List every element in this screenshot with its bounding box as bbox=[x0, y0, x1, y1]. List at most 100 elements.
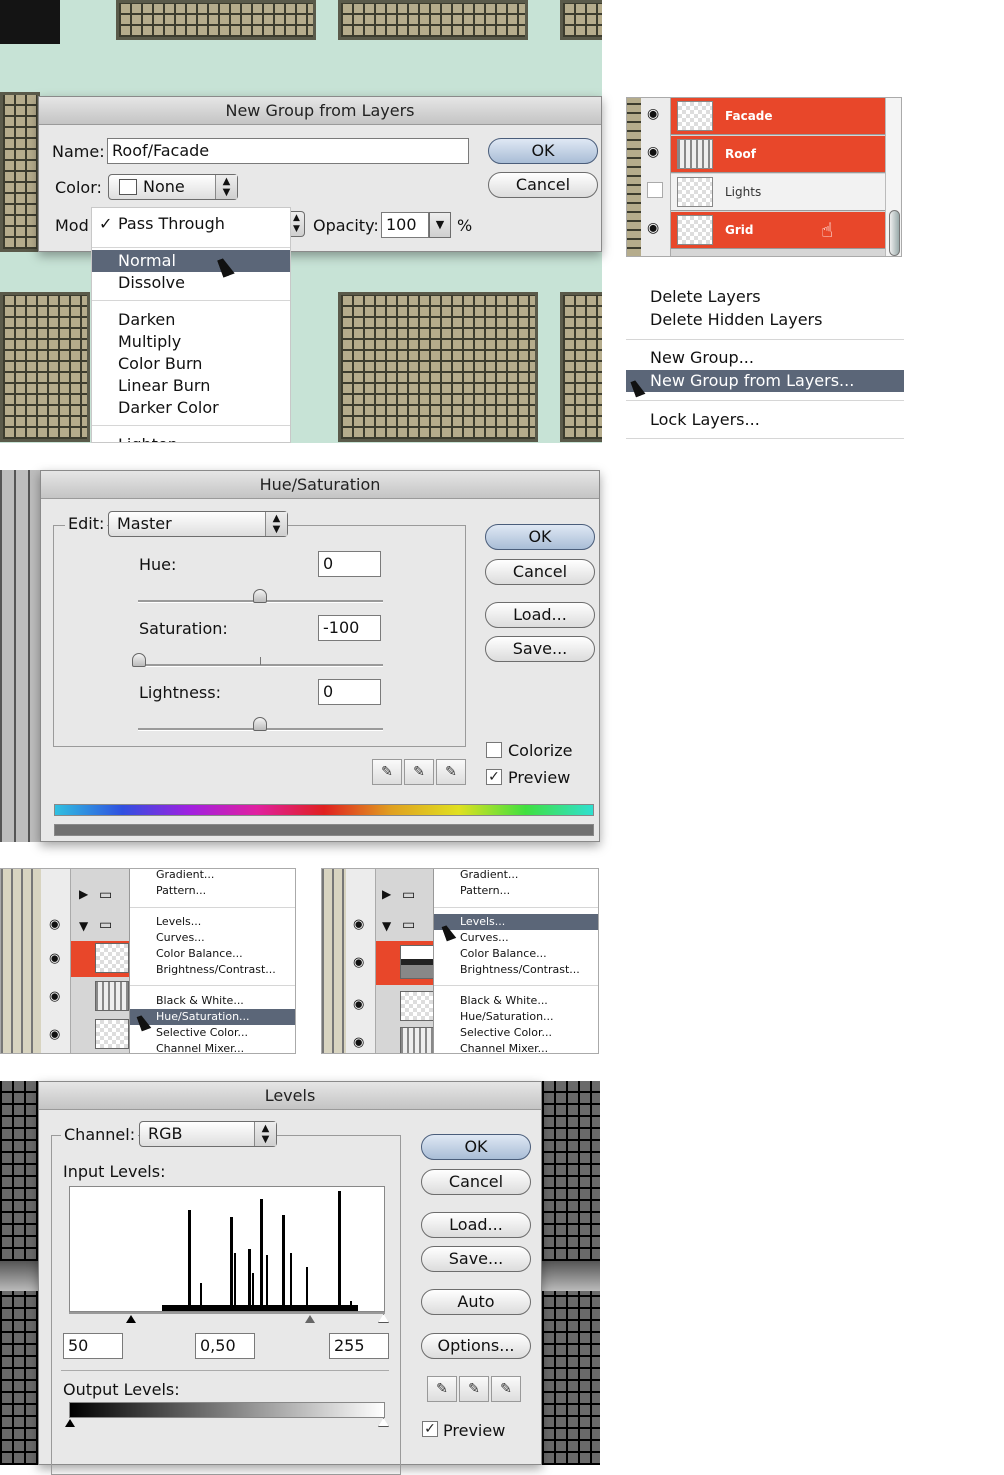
menu-item[interactable]: Brightness/Contrast... bbox=[130, 962, 295, 978]
load-button[interactable]: Load... bbox=[485, 602, 595, 628]
menu-item[interactable]: Pattern... bbox=[130, 883, 295, 899]
eyedropper-minus-icon[interactable]: ✎ bbox=[436, 759, 466, 785]
scrollbar[interactable] bbox=[885, 98, 901, 256]
eye-icon[interactable]: ◉ bbox=[647, 106, 659, 122]
menu-item-lock-layers[interactable]: Lock Layers... bbox=[650, 410, 760, 429]
disclosure-triangle-icon[interactable]: ▼ bbox=[79, 919, 88, 933]
color-select[interactable]: None ▲ ▼ bbox=[108, 174, 238, 200]
menu-item[interactable]: Curves... bbox=[130, 930, 295, 946]
menu-item[interactable]: Selective Color... bbox=[434, 1025, 598, 1041]
disclosure-triangle-icon[interactable]: ▶ bbox=[382, 887, 391, 901]
menu-item-dissolve[interactable]: Dissolve bbox=[92, 272, 290, 294]
menu-item[interactable]: Channel Mixer... bbox=[434, 1041, 598, 1053]
menu-item-lighten[interactable]: Lighten bbox=[92, 434, 290, 442]
layer-row[interactable]: Roof bbox=[671, 136, 885, 173]
menu-item-pass-through[interactable]: Pass Through bbox=[92, 213, 290, 235]
ok-button[interactable]: OK bbox=[488, 138, 598, 164]
cancel-button[interactable]: Cancel bbox=[485, 559, 595, 585]
menu-item-delete-layers[interactable]: Delete Layers bbox=[650, 287, 761, 306]
layer-row[interactable]: Lights bbox=[671, 174, 885, 211]
disclosure-triangle-icon[interactable]: ▼ bbox=[382, 919, 391, 933]
menu-item[interactable]: Black & White... bbox=[130, 993, 295, 1009]
layer-thumbnail bbox=[95, 981, 129, 1011]
preview-checkbox[interactable]: ✓ bbox=[422, 1421, 438, 1437]
eye-icon[interactable]: ◉ bbox=[353, 997, 364, 1012]
gray-eyedropper-icon[interactable]: ✎ bbox=[459, 1376, 489, 1402]
menu-item-normal[interactable]: Normal bbox=[92, 250, 290, 272]
eyedropper-plus-icon[interactable]: ✎ bbox=[404, 759, 434, 785]
visibility-toggle-off[interactable] bbox=[647, 182, 663, 198]
menu-item[interactable]: Hue/Saturation... bbox=[434, 1009, 598, 1025]
gamma-slider-icon[interactable] bbox=[305, 1315, 315, 1323]
menu-item[interactable]: Selective Color... bbox=[130, 1025, 295, 1041]
menu-item-hue-saturation[interactable]: Hue/Saturation... bbox=[130, 1009, 295, 1025]
eyedropper-icon[interactable]: ✎ bbox=[372, 759, 402, 785]
eye-icon[interactable]: ◉ bbox=[49, 917, 60, 932]
menu-item-delete-hidden-layers[interactable]: Delete Hidden Layers bbox=[650, 310, 822, 329]
menu-item[interactable]: Pattern... bbox=[434, 883, 598, 899]
layer-row[interactable]: Facade bbox=[671, 98, 885, 135]
menu-item-linear-burn[interactable]: Linear Burn bbox=[92, 375, 290, 397]
colorize-checkbox[interactable] bbox=[486, 742, 502, 758]
layer-row[interactable]: Grid ☝ bbox=[671, 212, 885, 249]
channel-select[interactable]: RGB ▲ ▼ bbox=[139, 1121, 277, 1147]
menu-item-darken[interactable]: Darken bbox=[92, 309, 290, 331]
save-button[interactable]: Save... bbox=[421, 1246, 531, 1272]
opacity-dropdown-icon[interactable]: ▼ bbox=[429, 212, 451, 238]
input-white-field[interactable]: 255 bbox=[329, 1333, 389, 1359]
eye-icon[interactable]: ◉ bbox=[353, 955, 364, 970]
menu-item-levels[interactable]: Levels... bbox=[434, 914, 598, 930]
scrollbar-thumb[interactable] bbox=[889, 210, 900, 256]
mode-select-edge[interactable]: ▲ ▼ bbox=[289, 211, 305, 237]
menu-item[interactable]: Color Balance... bbox=[434, 946, 598, 962]
disclosure-triangle-icon[interactable]: ▶ bbox=[79, 887, 88, 901]
menu-item[interactable]: Gradient... bbox=[130, 869, 295, 883]
eye-icon[interactable]: ◉ bbox=[647, 220, 659, 236]
eye-icon[interactable]: ◉ bbox=[49, 1027, 60, 1042]
options-button[interactable]: Options... bbox=[421, 1333, 531, 1359]
eye-icon[interactable]: ◉ bbox=[49, 951, 60, 966]
preview-checkbox[interactable]: ✓ bbox=[486, 769, 502, 785]
name-field[interactable]: Roof/Facade bbox=[107, 138, 469, 164]
menu-item-multiply[interactable]: Multiply bbox=[92, 331, 290, 353]
menu-item[interactable]: Black & White... bbox=[434, 993, 598, 1009]
menu-item[interactable]: Color Balance... bbox=[130, 946, 295, 962]
menu-item[interactable]: Brightness/Contrast... bbox=[434, 962, 598, 978]
white-eyedropper-icon[interactable]: ✎ bbox=[491, 1376, 521, 1402]
ok-button[interactable]: OK bbox=[485, 524, 595, 550]
menu-item[interactable]: Gradient... bbox=[434, 869, 598, 883]
menu-item[interactable]: Curves... bbox=[434, 930, 598, 946]
black-eyedropper-icon[interactable]: ✎ bbox=[427, 1376, 457, 1402]
input-slider-track[interactable] bbox=[69, 1312, 385, 1314]
cancel-button[interactable]: Cancel bbox=[421, 1169, 531, 1195]
hue-slider-thumb[interactable] bbox=[253, 589, 267, 603]
menu-item[interactable]: Levels... bbox=[130, 914, 295, 930]
eye-icon[interactable]: ◉ bbox=[353, 917, 364, 932]
eye-icon[interactable]: ◉ bbox=[49, 989, 60, 1004]
black-point-slider-icon[interactable] bbox=[126, 1315, 136, 1323]
saturation-field[interactable]: -100 bbox=[318, 615, 381, 641]
menu-item-new-group-from-layers[interactable]: New Group from Layers... bbox=[626, 370, 904, 392]
menu-item[interactable]: Channel Mixer... bbox=[130, 1041, 295, 1053]
edit-select[interactable]: Master ▲ ▼ bbox=[108, 511, 288, 537]
edit-value: Master bbox=[117, 514, 172, 533]
lightness-field[interactable]: 0 bbox=[318, 679, 381, 705]
hue-field[interactable]: 0 bbox=[318, 551, 381, 577]
menu-item-new-group[interactable]: New Group... bbox=[650, 348, 754, 367]
menu-item-color-burn[interactable]: Color Burn bbox=[92, 353, 290, 375]
auto-button[interactable]: Auto bbox=[421, 1289, 531, 1315]
eye-icon[interactable]: ◉ bbox=[353, 1035, 364, 1050]
menu-separator bbox=[434, 907, 598, 908]
lightness-slider-thumb[interactable] bbox=[253, 717, 267, 731]
save-button[interactable]: Save... bbox=[485, 636, 595, 662]
input-gamma-field[interactable]: 0,50 bbox=[195, 1333, 255, 1359]
opacity-field[interactable]: 100 bbox=[381, 212, 429, 238]
output-black-slider-icon[interactable] bbox=[65, 1419, 75, 1427]
ok-button[interactable]: OK bbox=[421, 1134, 531, 1160]
input-black-field[interactable]: 50 bbox=[63, 1333, 123, 1359]
load-button[interactable]: Load... bbox=[421, 1212, 531, 1238]
saturation-slider-thumb[interactable] bbox=[132, 653, 146, 667]
menu-item-darker-color[interactable]: Darker Color bbox=[92, 397, 290, 419]
cancel-button[interactable]: Cancel bbox=[488, 172, 598, 198]
eye-icon[interactable]: ◉ bbox=[647, 144, 659, 160]
